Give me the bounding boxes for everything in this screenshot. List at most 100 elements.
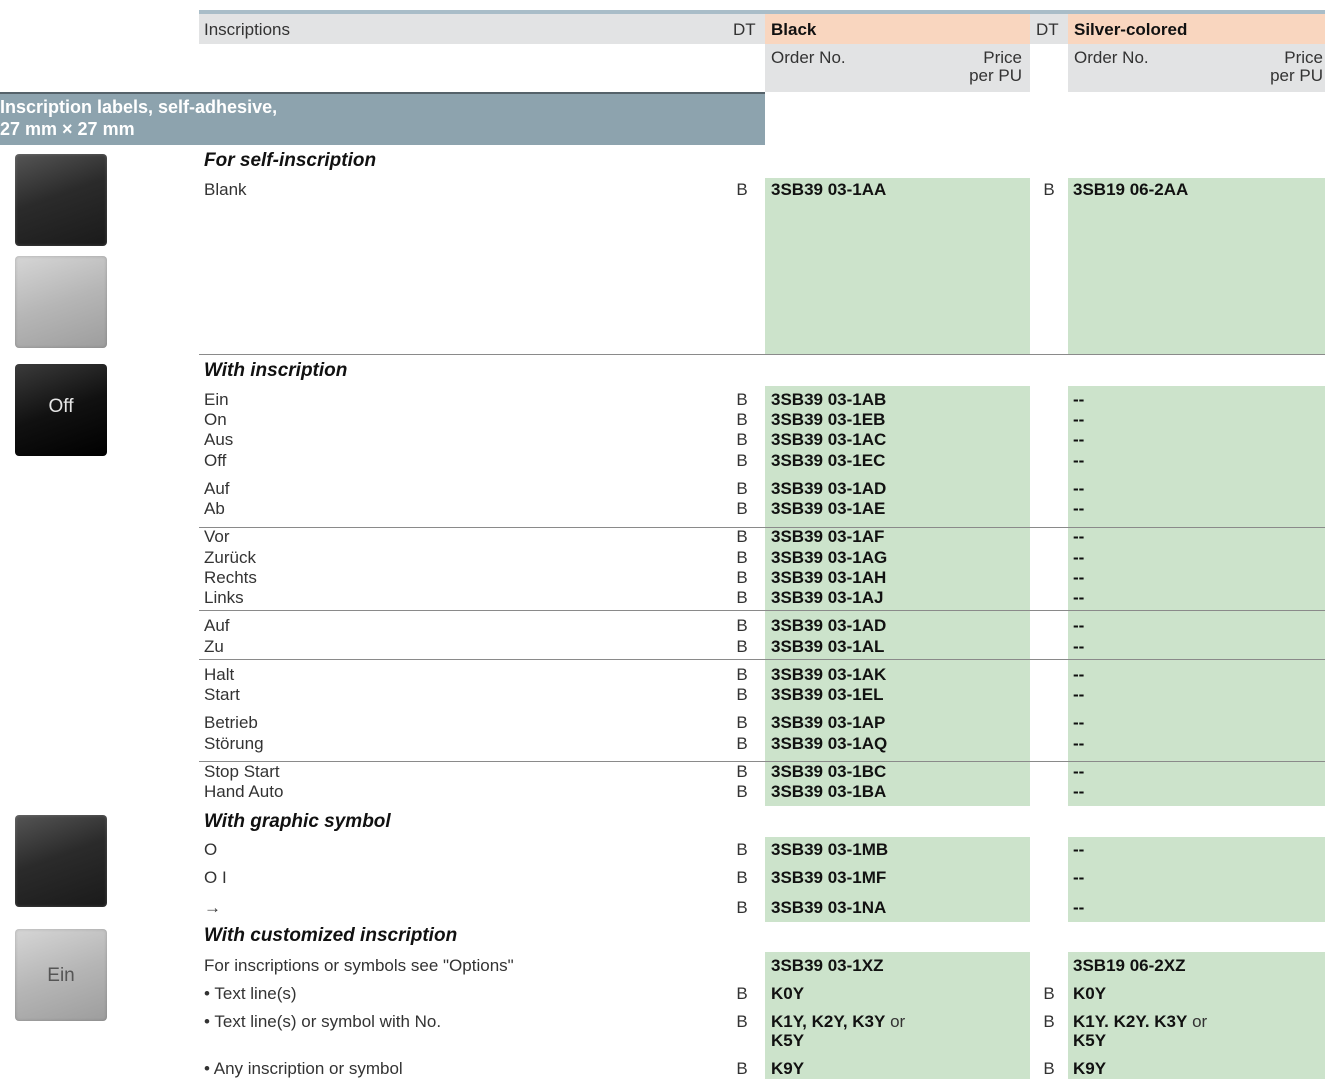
per-pu-label: per PU — [1270, 66, 1323, 85]
row-black-order: 3SB39 03-1AE — [771, 499, 886, 518]
row-silver-order: -- — [1073, 782, 1085, 801]
header-order-no-silver: Order No. — [1074, 48, 1149, 67]
label-black-blank-image — [15, 154, 107, 246]
row-black-order: 3SB39 03-1AL — [771, 637, 885, 656]
row-silver-order: -- — [1073, 527, 1085, 546]
row-black-order: 3SB39 03-1AG — [771, 548, 888, 567]
row-label: • Text line(s) — [204, 984, 297, 1003]
row-black-order: 3SB39 03-1EC — [771, 451, 886, 470]
header-dt1: DT — [733, 20, 756, 39]
per-pu-label: per PU — [969, 66, 1022, 85]
row-label: Start — [204, 685, 240, 704]
row-silver-order: -- — [1073, 410, 1085, 429]
row-silver-order: -- — [1073, 868, 1085, 887]
row-black-order: K0Y — [771, 984, 805, 1003]
row-dt1: B — [736, 410, 748, 429]
row-dt2: B — [1043, 1012, 1055, 1031]
row-dt1: B — [736, 180, 748, 199]
row-label: Rechts — [204, 568, 257, 587]
header-inscriptions: Inscriptions — [204, 20, 290, 39]
row-black-order: 3SB39 03-1AK — [771, 665, 887, 684]
row-label: Links — [204, 588, 244, 607]
row-label: For inscriptions or symbols see "Options… — [204, 956, 514, 975]
row-silver-order: K9Y — [1073, 1059, 1107, 1078]
section-title-line2: 27 mm × 27 mm — [0, 119, 135, 139]
header-dt2: DT — [1036, 20, 1059, 39]
order-code: K5Y — [771, 1031, 805, 1050]
row-dt1: B — [736, 713, 748, 732]
row-silver-order: K0Y — [1073, 984, 1107, 1003]
header-black: Black — [771, 20, 817, 39]
row-silver-order: -- — [1073, 713, 1085, 732]
row-dt1: B — [736, 685, 748, 704]
row-dt1: B — [736, 499, 748, 518]
row-label: • Text line(s) or symbol with No. — [204, 1012, 442, 1031]
separator — [199, 659, 1325, 660]
row-black-order: 3SB39 03-1EB — [771, 410, 886, 429]
row-dt1: B — [736, 1012, 748, 1031]
label-silver-blank-image — [15, 256, 107, 348]
separator — [199, 761, 1325, 762]
row-dt1: B — [736, 984, 748, 1003]
row-dt2: B — [1043, 984, 1055, 1003]
group-with-inscription: With inscription — [204, 360, 348, 381]
row-label: Hand Auto — [204, 782, 284, 801]
header-price-silver: Price per PU — [1231, 49, 1323, 85]
row-silver-order: -- — [1073, 685, 1085, 704]
row-dt1: B — [736, 762, 748, 781]
order-code: K5Y — [1073, 1031, 1107, 1050]
header-silver: Silver-colored — [1074, 20, 1188, 39]
row-black-order: 3SB39 03-1AQ — [771, 734, 888, 753]
row-dt1: B — [736, 782, 748, 801]
row-label: Off — [204, 451, 227, 470]
row-black-order: 3SB39 03-1XZ — [771, 956, 884, 975]
row-dt1: B — [736, 637, 748, 656]
row-silver-order: -- — [1073, 430, 1085, 449]
label-symbol-image — [15, 815, 107, 907]
row-silver-order: -- — [1073, 734, 1085, 753]
price-label: Price — [1284, 48, 1323, 67]
ein-label: Ein — [47, 965, 75, 986]
row-black-order: 3SB39 03-1BC — [771, 762, 887, 781]
separator — [199, 610, 1325, 611]
label-ein-image: Ein — [15, 929, 107, 1021]
row-silver-order: -- — [1073, 479, 1085, 498]
row-silver-order: -- — [1073, 665, 1085, 684]
row-black-order: 3SB39 03-1EL — [771, 685, 884, 704]
row-label: O — [204, 840, 218, 859]
row-label: Stop Start — [204, 762, 280, 781]
row-black-order: 3SB39 03-1AJ — [771, 588, 884, 607]
row-dt1: B — [736, 1059, 748, 1078]
price-label: Price — [983, 48, 1022, 67]
row-black-order: K1Y, K2Y, K3Y or K5Y — [765, 1012, 1030, 1050]
row-dt1: B — [736, 568, 748, 587]
silver-col-bg-self — [1068, 178, 1325, 354]
section-title: Inscription labels, self-adhesive, 27 mm… — [0, 96, 277, 140]
row-black-order: 3SB39 03-1AD — [771, 479, 887, 498]
row-black-order: 3SB39 03-1AD — [771, 616, 887, 635]
header-order-no-black: Order No. — [771, 48, 846, 67]
row-silver-order: -- — [1073, 499, 1085, 518]
row-label: Auf — [204, 479, 230, 498]
row-dt1: B — [736, 898, 748, 917]
row-silver-order: -- — [1073, 637, 1085, 656]
separator — [199, 527, 1325, 528]
row-label: Zu — [204, 637, 224, 656]
row-dt1: B — [736, 390, 748, 409]
row-label: O I — [204, 868, 227, 887]
row-silver-order: -- — [1073, 548, 1085, 567]
group-self-inscription: For self-inscription — [204, 150, 377, 171]
row-black-order: 3SB39 03-1MF — [771, 868, 887, 887]
row-label: Aus — [204, 430, 234, 449]
row-dt1: B — [736, 665, 748, 684]
row-black-order: 3SB39 03-1AC — [771, 430, 887, 449]
row-dt1: B — [736, 527, 748, 546]
row-label: • Any inscription or symbol — [204, 1059, 403, 1078]
row-dt1: B — [736, 451, 748, 470]
row-dt1: B — [736, 868, 748, 887]
row-label: On — [204, 410, 227, 429]
row-black-order: 3SB39 03-1AH — [771, 568, 887, 587]
row-black-order: 3SB39 03-1AB — [771, 390, 887, 409]
row-label: Vor — [204, 527, 230, 546]
section-title-line1: Inscription labels, self-adhesive, — [0, 97, 278, 117]
